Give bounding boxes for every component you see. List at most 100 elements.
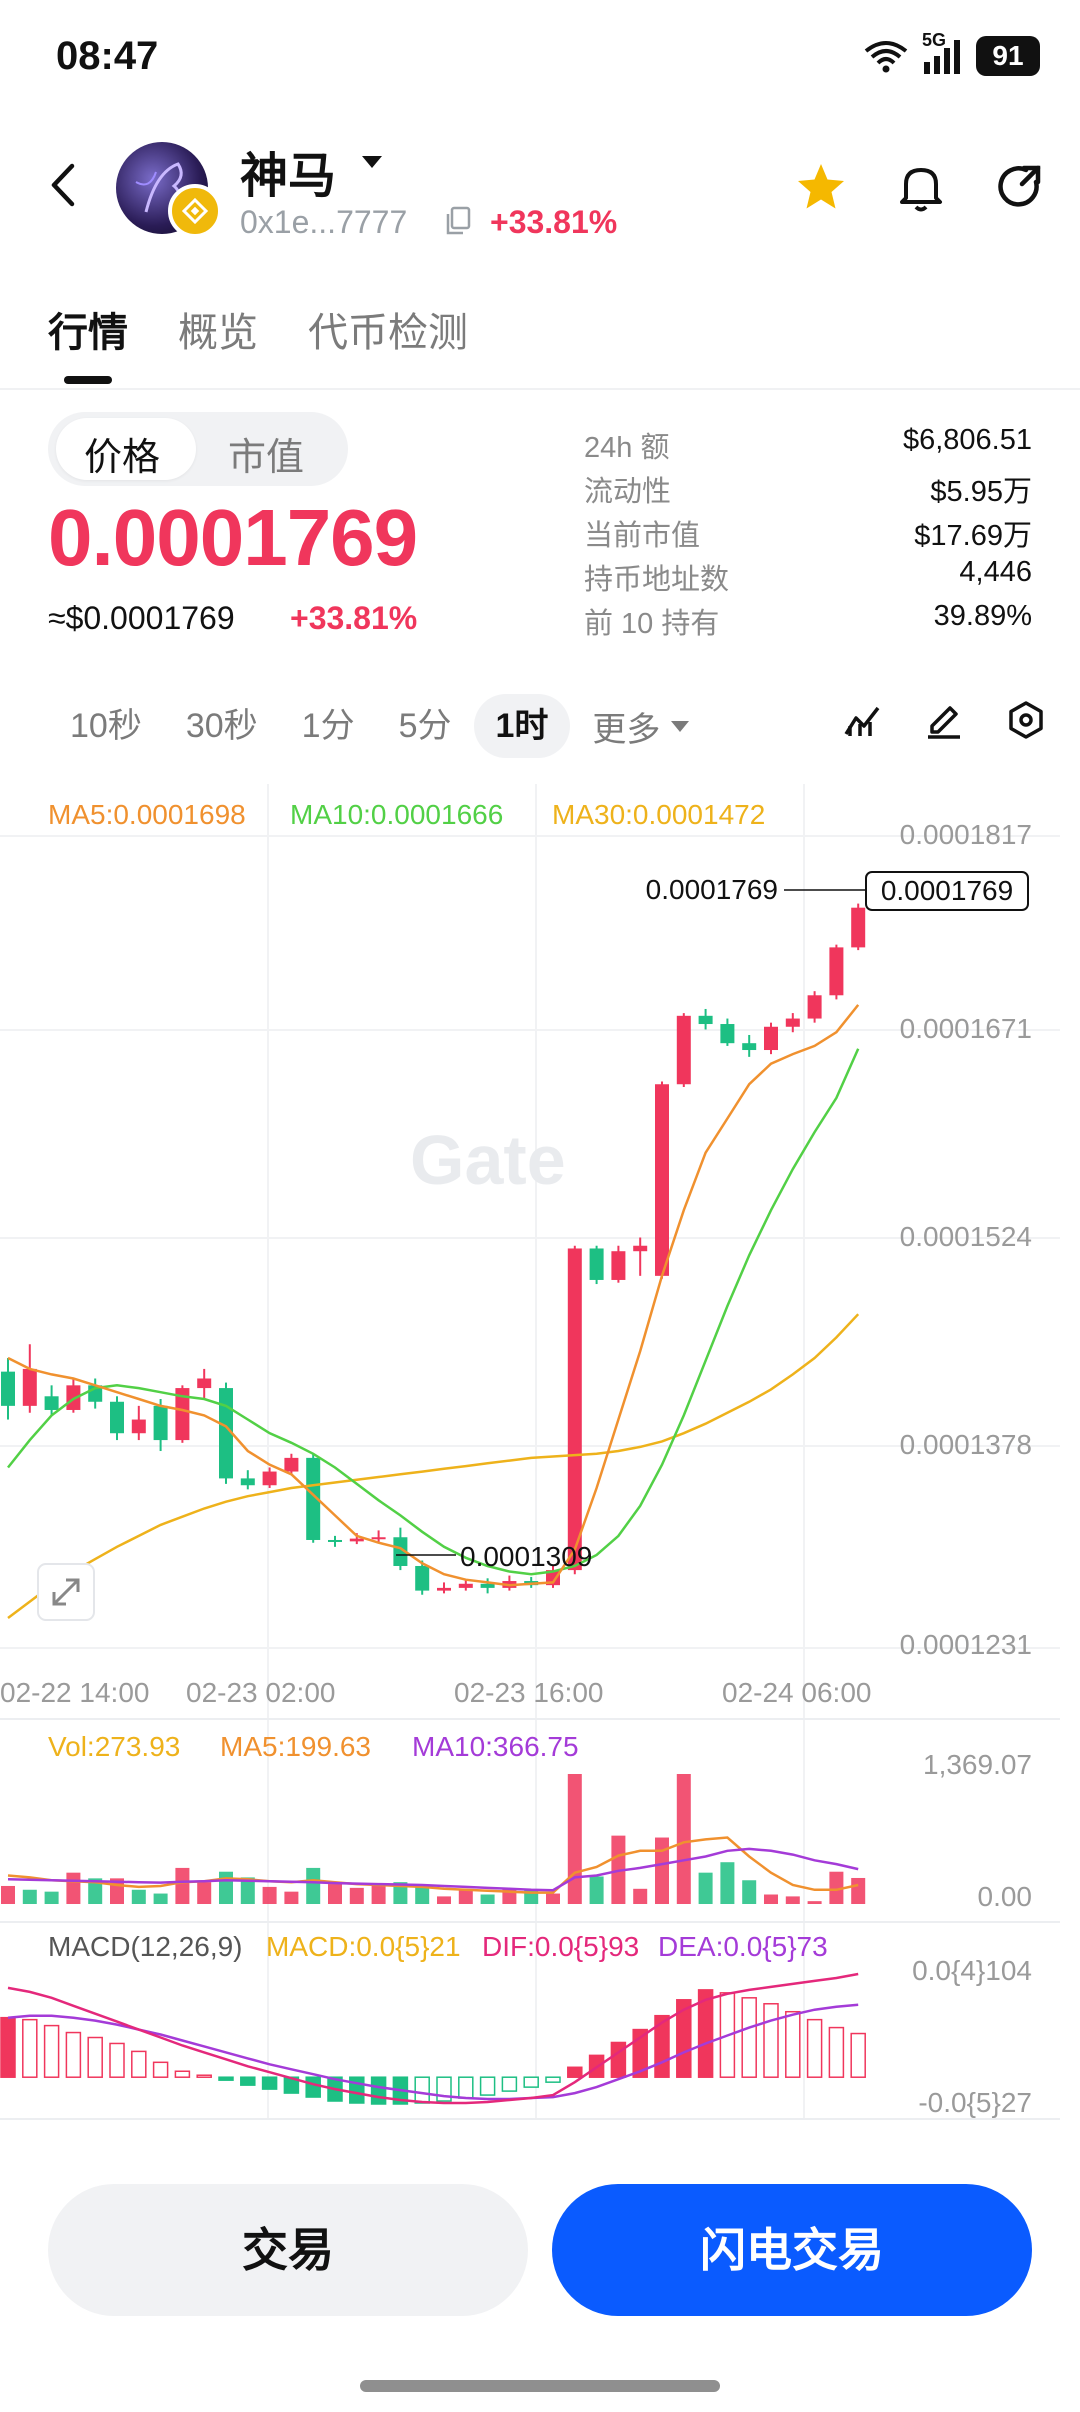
stat-value: $17.69万 (914, 520, 1032, 552)
macd-dea: DEA:0.0{5}73 (658, 1931, 828, 1962)
tab-overview[interactable]: 概览 (178, 300, 258, 358)
tab-market[interactable]: 行情 (48, 300, 128, 384)
volume-bar (633, 1888, 648, 1904)
token-name[interactable]: 神马 (240, 136, 336, 206)
macd-bar (131, 2050, 147, 2078)
interval-bar: 10秒 30秒 1分 5分 1时 更多 (48, 694, 712, 758)
interval-1m[interactable]: 1分 (280, 694, 377, 758)
star-icon[interactable] (794, 160, 848, 214)
token-address: 0x1e...7777 (240, 204, 408, 240)
ma30-label: MA30:0.0001472 (552, 799, 765, 830)
candle-body (676, 1015, 691, 1085)
volume-bar (262, 1886, 277, 1904)
tab-token-check[interactable]: 代币检测 (308, 300, 468, 358)
interval-10s[interactable]: 10秒 (48, 694, 164, 758)
macd-bar (828, 2026, 845, 2078)
stat-value: $6,806.51 (902, 424, 1032, 456)
macd-bars (0, 1989, 866, 2105)
y-tick: 0.0001817 (900, 819, 1032, 850)
macd-bar (87, 2036, 103, 2078)
chart-area[interactable]: Gate MA5:0.0001698 MA10:0.0001666 MA30:0… (0, 784, 1080, 2124)
toggle-market-cap[interactable]: 市值 (228, 426, 304, 481)
volume-bar (567, 1774, 582, 1904)
dropdown-icon[interactable] (360, 152, 384, 172)
price-usd: ≈$0.0001769 (48, 600, 235, 636)
volume-bar (66, 1872, 81, 1904)
flash-trade-button[interactable]: 闪电交易 (552, 2184, 1032, 2316)
candle-body (589, 1248, 604, 1280)
interval-5m[interactable]: 5分 (377, 694, 474, 758)
macd-bar (567, 2066, 583, 2078)
settings-hex-icon[interactable] (1006, 700, 1046, 740)
current-price: 0.0001769 (48, 493, 418, 582)
interval-1h[interactable]: 1时 (473, 694, 571, 758)
volume-bar (655, 1837, 669, 1904)
volume-bar (676, 1774, 691, 1904)
stat-value: $5.95万 (930, 476, 1032, 508)
candle-body (655, 1084, 669, 1276)
stat-row: 前 10 持有 39.89% (584, 600, 1032, 644)
macd-bar (501, 2076, 518, 2092)
volume-bar (720, 1862, 735, 1904)
indicator-icon[interactable] (842, 700, 882, 740)
candle-body (415, 1565, 430, 1591)
candle-body (131, 1419, 146, 1434)
macd-bar (218, 2076, 234, 2081)
candle-body (720, 1024, 735, 1044)
macd-bar (545, 2076, 561, 2083)
ma30-line (7, 1313, 860, 1619)
x-tick: 02-22 14:00 (0, 1677, 149, 1708)
bell-icon[interactable] (896, 160, 946, 214)
volume-bar (219, 1871, 233, 1904)
fullscreen-button[interactable] (37, 1563, 95, 1621)
stat-row: 24h 额 $6,806.51 (584, 424, 1032, 468)
toggle-price[interactable]: 价格 (84, 426, 160, 481)
ma10-label: MA10:0.0001666 (290, 799, 503, 830)
vol-y-top: 1,369.07 (923, 1749, 1032, 1780)
y-tick: 0.0001524 (900, 1221, 1032, 1252)
macd-bar (174, 2070, 191, 2078)
interval-more[interactable]: 更多 (570, 702, 712, 751)
status-time: 08:47 (56, 34, 159, 78)
macd-bar (43, 2024, 60, 2078)
draw-pencil-icon[interactable] (924, 700, 964, 740)
trade-button[interactable]: 交易 (48, 2184, 528, 2316)
chart-tools (842, 700, 1046, 740)
volume-bar (764, 1894, 778, 1904)
macd-bar (479, 2076, 496, 2096)
share-icon[interactable] (994, 160, 1046, 214)
y-tick: 0.0001231 (900, 1629, 1032, 1660)
volume-bar (284, 1891, 299, 1904)
candle-body (567, 1248, 582, 1571)
wifi-icon (864, 41, 908, 73)
stat-label: 流动性 (584, 476, 672, 508)
candle-body (829, 947, 844, 996)
volume-bar (197, 1882, 212, 1904)
candle-body (807, 995, 822, 1019)
current-price-box-text: 0.0001769 (881, 875, 1013, 906)
main-labels: MA5:0.0001698 MA10:0.0001666 MA30:0.0001… (0, 799, 1032, 1708)
stat-row: 持币地址数 4,446 (584, 556, 1032, 600)
candle-body (371, 1537, 386, 1540)
volume-bar (328, 1884, 342, 1904)
volume-bar (306, 1867, 321, 1904)
volume-labels: Vol:273.93 MA5:199.63 MA10:366.75 1,369.… (48, 1731, 1032, 1912)
y-tick: 0.0001671 (900, 1013, 1032, 1044)
back-icon[interactable] (44, 160, 84, 210)
interval-30s[interactable]: 30秒 (164, 694, 280, 758)
copy-icon[interactable] (444, 206, 472, 236)
x-tick: 02-23 02:00 (186, 1677, 335, 1708)
stat-row: 流动性 $5.95万 (584, 468, 1032, 512)
chart-watermark: Gate (410, 1121, 566, 1199)
candle-body (698, 1015, 713, 1025)
x-tick: 02-24 06:00 (722, 1677, 871, 1708)
home-indicator (360, 2380, 720, 2392)
macd-bar (458, 2076, 474, 2099)
ma-lines (7, 1004, 860, 1619)
candle-body (785, 1018, 800, 1027)
volume-bar (22, 1889, 37, 1904)
macd-bar (305, 2076, 321, 2098)
stat-value: 39.89% (933, 600, 1032, 632)
macd-bar (523, 2076, 539, 2088)
macd-y-top: 0.0{4}104 (912, 1955, 1032, 1986)
